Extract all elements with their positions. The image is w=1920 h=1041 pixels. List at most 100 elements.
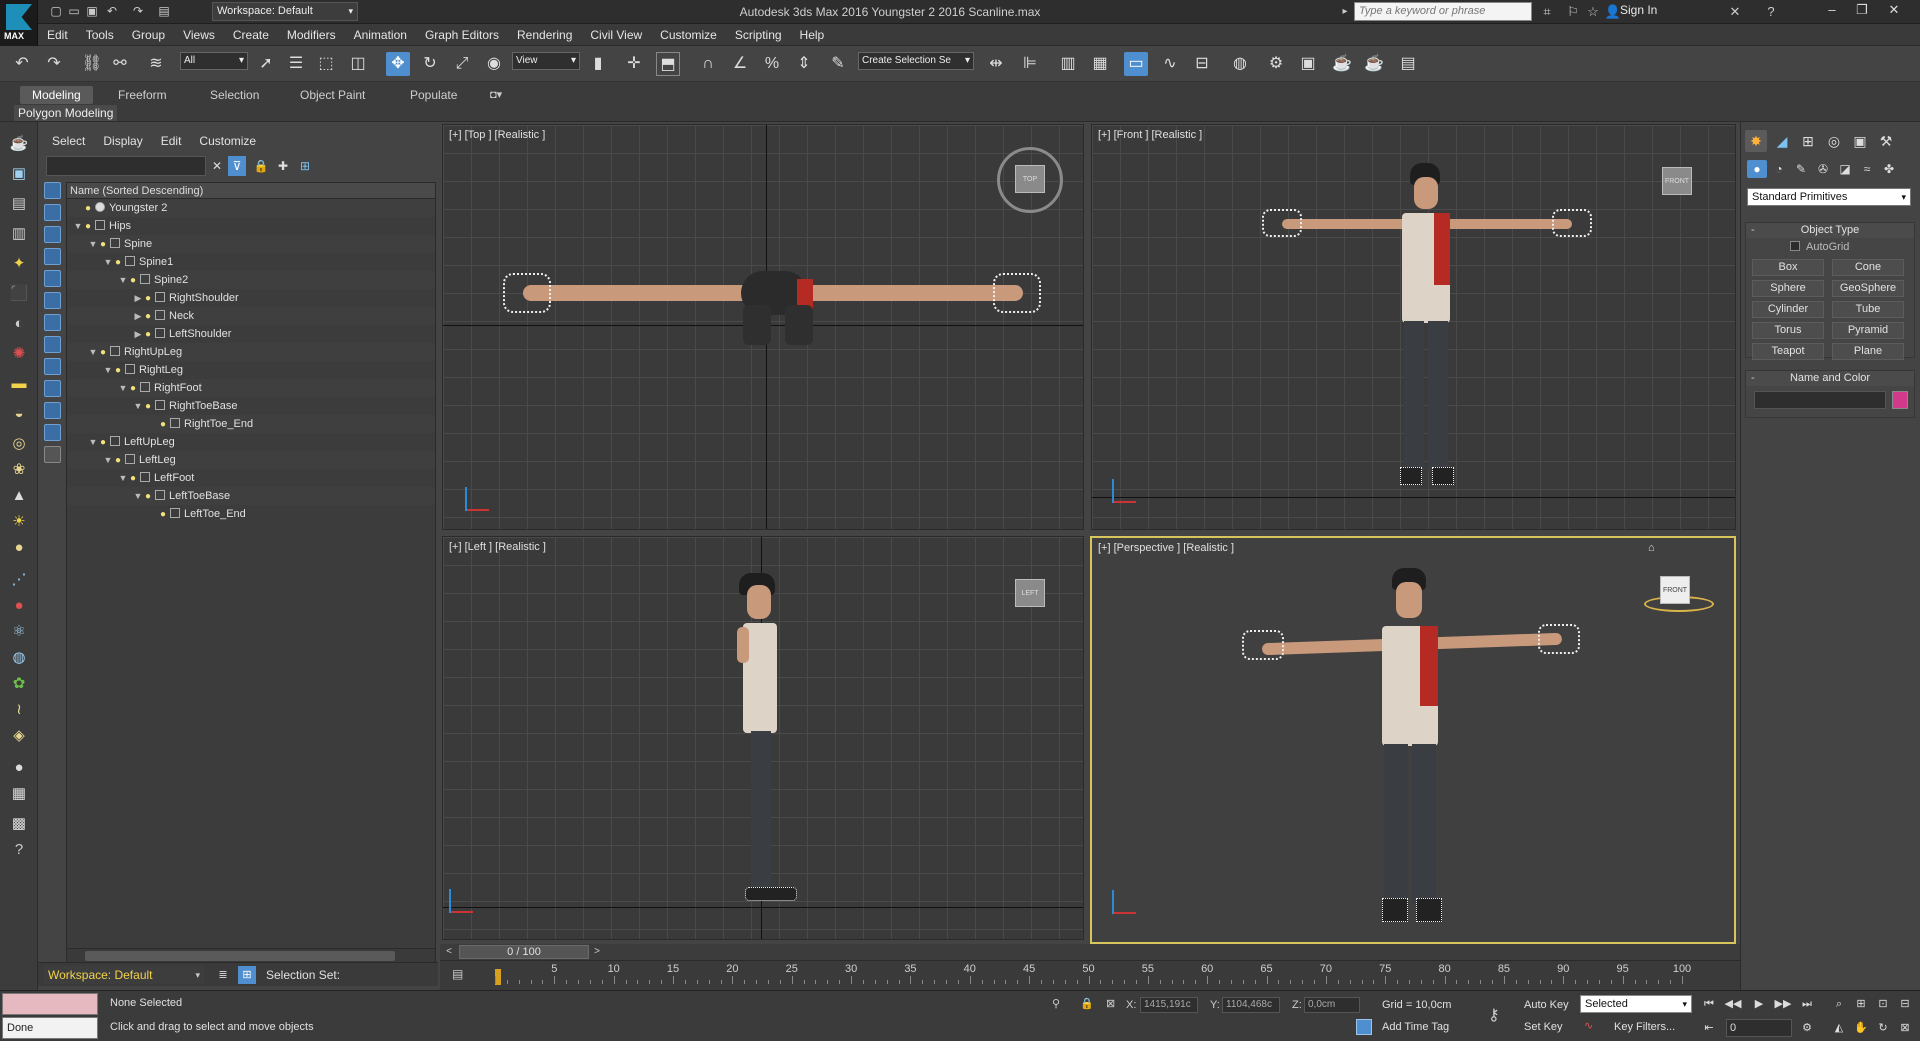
previous-key-icon[interactable]: ◀◀ — [1724, 995, 1742, 1013]
menu-customize[interactable]: Customize — [651, 24, 726, 46]
visibility-bulb-icon[interactable]: ● — [98, 344, 108, 362]
visibility-bulb-icon[interactable]: ● — [143, 398, 153, 416]
menu-group[interactable]: Group — [123, 24, 174, 46]
visibility-bulb-icon[interactable]: ● — [83, 200, 93, 218]
tree-row[interactable]: ▼ ● RightUpLeg — [67, 343, 435, 361]
tube-button[interactable]: Tube — [1832, 301, 1904, 318]
display-hidden-icon[interactable] — [44, 424, 61, 441]
viewport-front[interactable]: [+] [Front ] [Realistic ] FRONT — [1091, 124, 1736, 530]
expand-toggle-icon[interactable]: ▼ — [88, 433, 98, 451]
explorer-menu-display[interactable]: Display — [103, 134, 142, 148]
layers-icon[interactable]: ▥ — [7, 222, 31, 246]
align-icon[interactable]: ⊫ — [1018, 52, 1042, 76]
expand-toggle-icon[interactable]: ▶ — [133, 289, 143, 307]
menu-rendering[interactable]: Rendering — [508, 24, 581, 46]
sheet-icon[interactable]: ▤ — [7, 192, 31, 216]
teapot-button[interactable]: Teapot — [1752, 343, 1824, 360]
tangent-icon[interactable]: ∿ — [1584, 1019, 1593, 1032]
exchange-apps-icon[interactable]: ✕ — [1726, 3, 1744, 21]
tab-modeling[interactable]: Modeling — [20, 86, 93, 104]
lights-icon[interactable]: ✎ — [1791, 160, 1811, 178]
particle-icon[interactable]: ✺ — [7, 342, 31, 366]
clear-search-icon[interactable]: ✕ — [208, 156, 226, 176]
display-bones-icon[interactable] — [44, 358, 61, 375]
autogrid-checkbox[interactable]: AutoGrid — [1790, 241, 1849, 253]
sun-icon[interactable]: ☀ — [7, 510, 31, 534]
render-setup-icon[interactable]: ⚙ — [1264, 52, 1288, 76]
track-bar[interactable]: ▤ 5 10 15 20 25 30 35 40 45 50 55 60 65 70 75 80 85 90 95 1… — [440, 960, 1740, 990]
viewcube-left[interactable]: LEFT — [1015, 579, 1045, 607]
viewport-top[interactable]: [+] [Top ] [Realistic ] TOP — [442, 124, 1084, 530]
expand-toggle-icon[interactable]: ▼ — [133, 487, 143, 505]
material-editor-icon[interactable]: ◍ — [1228, 52, 1252, 76]
visibility-bulb-icon[interactable]: ● — [128, 380, 138, 398]
redo-icon[interactable]: ↷ — [130, 3, 146, 19]
place-icon[interactable]: ◉ — [482, 52, 506, 76]
sphere-white-icon[interactable]: ● — [7, 756, 31, 780]
x-coordinate-field[interactable]: 1415,191c — [1140, 997, 1198, 1013]
window-crossing-icon[interactable]: ◫ — [346, 52, 370, 76]
menu-help[interactable]: Help — [791, 24, 834, 46]
select-manipulate-icon[interactable]: ✛ — [622, 52, 646, 76]
sphere-button[interactable]: Sphere — [1752, 280, 1824, 297]
go-to-end-icon[interactable]: ⏭ — [1798, 995, 1816, 1013]
render-production-icon[interactable]: ☕ — [1330, 52, 1354, 76]
sign-in-link[interactable]: Sign In — [1620, 3, 1657, 17]
tree-row[interactable]: ▼ ● Spine1 — [67, 253, 435, 271]
display-shapes-icon[interactable] — [44, 204, 61, 221]
cloth-icon[interactable]: ◈ — [7, 724, 31, 748]
workspace-dropdown[interactable]: Workspace: Default ▾ — [212, 2, 358, 21]
cone-button[interactable]: Cone — [1832, 259, 1904, 276]
help-icon[interactable]: ? — [1762, 3, 1780, 21]
viewport-front-label[interactable]: [+] [Front ] [Realistic ] — [1098, 129, 1202, 141]
utilities-tab-icon[interactable]: ⚒ — [1875, 130, 1897, 152]
teapot-icon[interactable]: ☕ — [7, 132, 31, 156]
rectangular-selection-icon[interactable]: ⬚ — [314, 52, 338, 76]
undo-icon[interactable]: ↶ — [104, 3, 120, 19]
manage-layers-icon[interactable]: ▦ — [1088, 52, 1112, 76]
tree-row[interactable]: ▼ ● RightLeg — [67, 361, 435, 379]
space-warps-icon[interactable]: ≈ — [1857, 160, 1877, 178]
tree-row[interactable]: ▼ ● Spine2 — [67, 271, 435, 289]
open-file-icon[interactable]: ▭ — [66, 3, 82, 19]
viewport-icon[interactable]: ▣ — [7, 162, 31, 186]
tab-object-paint[interactable]: Object Paint — [288, 86, 377, 104]
display-spacewarps-icon[interactable] — [44, 292, 61, 309]
isolate-selection-icon[interactable]: ⚲ — [1052, 997, 1060, 1010]
tree-row[interactable]: ● LeftToe_End — [67, 505, 435, 523]
display-containers-icon[interactable] — [44, 380, 61, 397]
new-file-icon[interactable]: ▢ — [48, 3, 64, 19]
display-helpers-icon[interactable] — [44, 270, 61, 287]
primitive-category-dropdown[interactable]: Standard Primitives ▾ — [1747, 188, 1911, 206]
key-mode-dropdown[interactable]: Selected ▾ — [1580, 995, 1692, 1013]
hose-icon[interactable]: ❀ — [7, 458, 31, 482]
menu-create[interactable]: Create — [224, 24, 278, 46]
folder-icon[interactable]: ▬ — [7, 372, 31, 396]
edit-named-selection-icon[interactable]: ✎ — [826, 52, 850, 76]
unlink-icon[interactable]: ⚯ — [108, 52, 132, 76]
pivot-center-icon[interactable]: ▮ — [586, 52, 610, 76]
visibility-bulb-icon[interactable]: ● — [113, 254, 123, 272]
explorer-search-input[interactable] — [46, 156, 206, 176]
polygon-modeling-panel[interactable]: Polygon Modeling — [14, 105, 118, 121]
viewport-perspective-label[interactable]: [+] [Perspective ] [Realistic ] — [1098, 542, 1234, 554]
expand-toggle-icon[interactable]: ▼ — [88, 343, 98, 361]
motion-tab-icon[interactable]: ◎ — [1823, 130, 1845, 152]
display-tab-icon[interactable]: ▣ — [1849, 130, 1871, 152]
grid-helper-icon[interactable]: ⋰ — [7, 568, 31, 592]
add-selection-icon[interactable]: ✚ — [274, 156, 292, 176]
previous-frame-arrow-icon[interactable]: < — [442, 945, 456, 959]
visibility-bulb-icon[interactable]: ● — [113, 362, 123, 380]
visibility-bulb-icon[interactable]: ● — [143, 326, 153, 344]
create-tab-icon[interactable]: ✸ — [1745, 130, 1767, 152]
go-to-start-icon[interactable]: ⏮ — [1700, 995, 1718, 1013]
layers-toggle-icon[interactable]: ≣ — [214, 966, 232, 984]
select-and-scale-icon[interactable]: ⤢ — [450, 52, 474, 76]
home-icon[interactable]: ⌂ — [1648, 542, 1655, 554]
project-folder-icon[interactable]: ▤ — [156, 3, 172, 19]
modify-tab-icon[interactable]: ◢ — [1771, 130, 1793, 152]
display-groups-icon[interactable] — [44, 314, 61, 331]
binoculars-icon[interactable]: ⌗ — [1538, 3, 1556, 21]
tree-row[interactable]: ▼ ● LeftUpLeg — [67, 433, 435, 451]
visibility-bulb-icon[interactable]: ● — [113, 452, 123, 470]
